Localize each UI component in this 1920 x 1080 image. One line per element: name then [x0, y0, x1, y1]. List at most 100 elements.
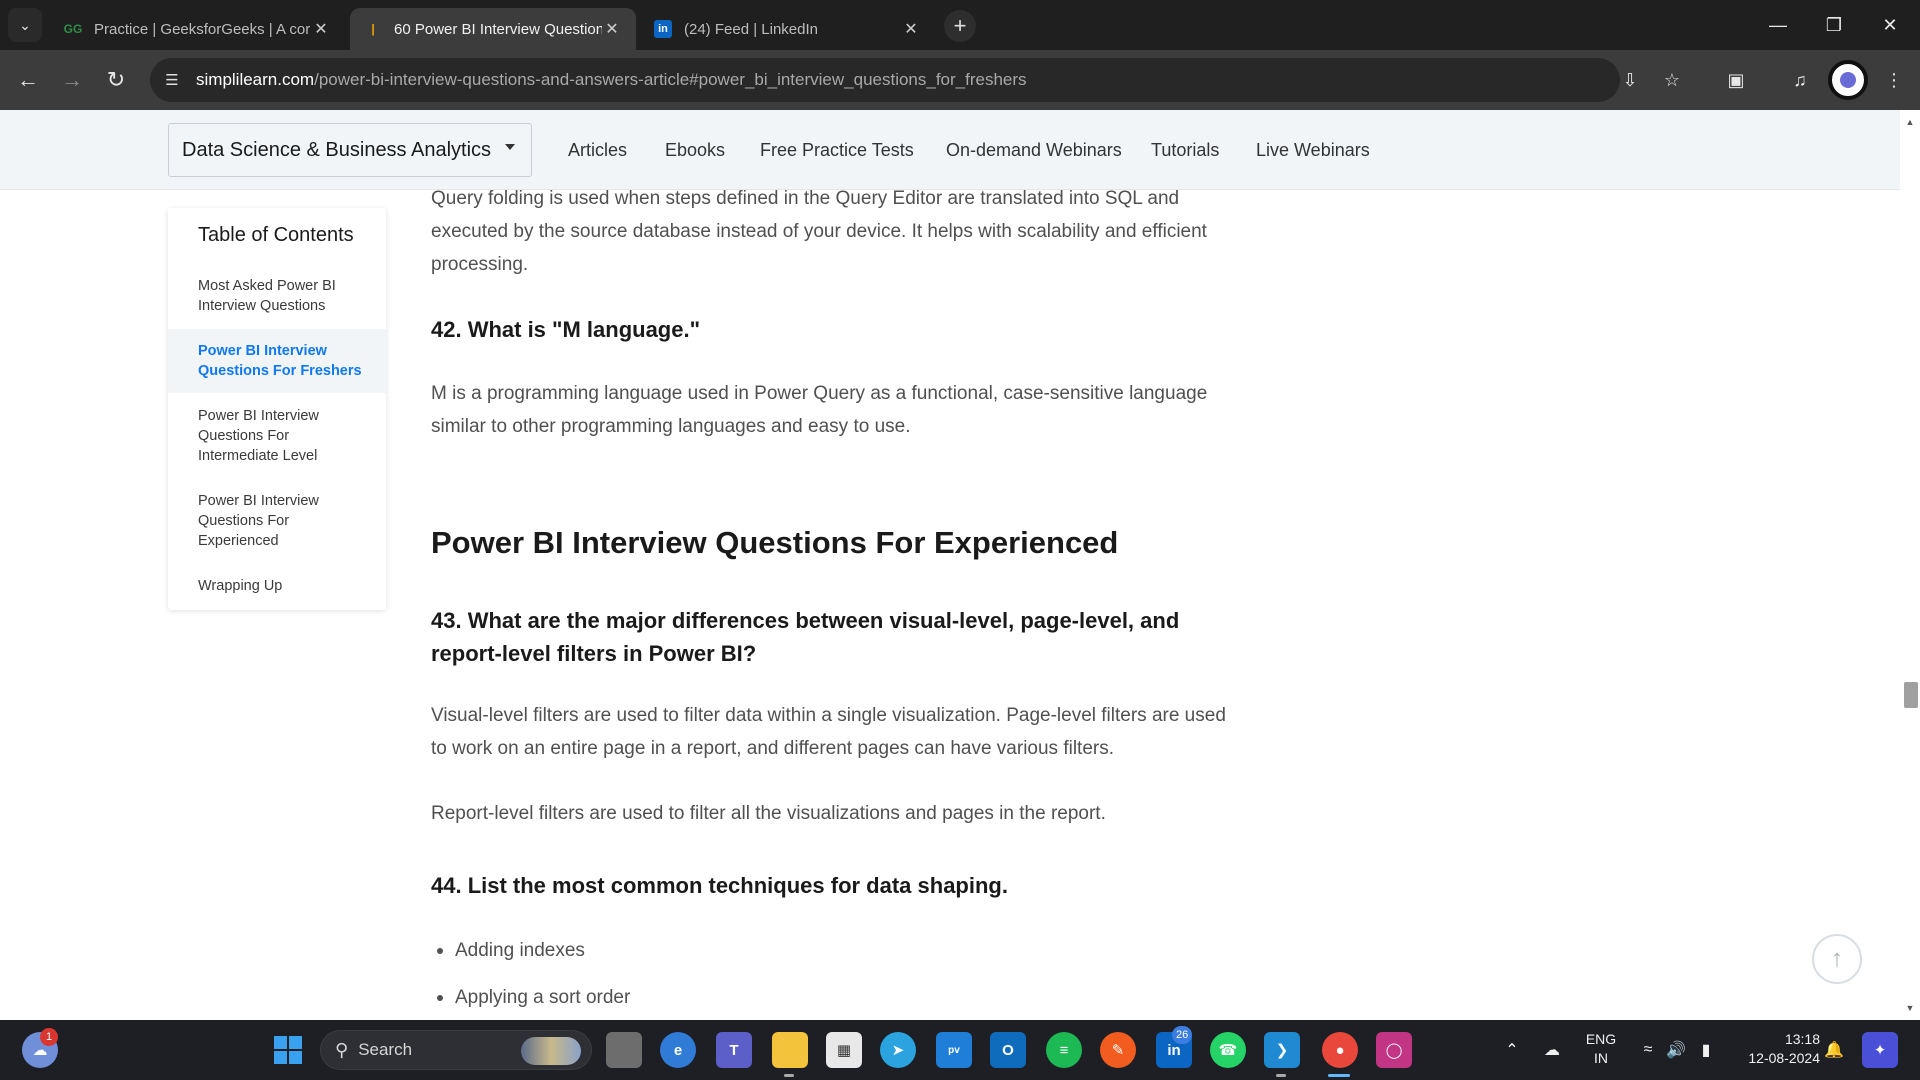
puzzle-icon: ▣ — [1727, 69, 1745, 90]
close-icon[interactable]: ✕ — [901, 19, 921, 39]
tab-title: (24) Feed | LinkedIn — [684, 20, 818, 38]
restore-button[interactable]: ❐ — [1806, 0, 1862, 50]
plus-icon: + — [953, 13, 967, 38]
running-indicator — [1276, 1074, 1286, 1077]
playlist-icon: ♫ — [1793, 69, 1807, 90]
back-button[interactable]: ← — [10, 62, 46, 98]
clock[interactable]: 13:18 12-08-2024 — [1730, 1030, 1820, 1068]
tab-title: 60 Power BI Interview Question — [394, 20, 602, 38]
list-item: Adding indexes — [431, 940, 585, 962]
nav-link-free-practice-tests[interactable]: Free Practice Tests — [760, 140, 914, 161]
wifi-icon[interactable]: ≈ — [1636, 1038, 1660, 1062]
prime-video-icon[interactable]: pv — [936, 1032, 972, 1068]
search-highlight-image — [521, 1037, 581, 1065]
teams-icon[interactable]: T — [716, 1032, 752, 1068]
microsoft-store-icon[interactable]: ▦ — [826, 1032, 862, 1068]
scroll-to-top-button[interactable]: ↑ — [1812, 934, 1862, 984]
clock-time: 13:18 — [1784, 1031, 1820, 1047]
question-43-heading: 43. What are the major differences betwe… — [431, 608, 1180, 666]
restore-icon: ❐ — [1825, 14, 1843, 35]
arrow-right-icon: → — [61, 67, 83, 92]
notification-badge: 1 — [40, 1028, 58, 1046]
start-button[interactable] — [270, 1032, 306, 1068]
minimize-icon: — — [1769, 14, 1787, 35]
category-label: Data Science & Business Analytics — [182, 138, 492, 161]
scroll-down-arrow-icon[interactable]: ▼ — [1900, 1000, 1920, 1016]
instagram-icon[interactable]: ◯ — [1376, 1032, 1412, 1068]
tab-linkedin[interactable]: in (24) Feed | LinkedIn ✕ — [640, 8, 935, 50]
file-explorer-icon[interactable] — [772, 1032, 808, 1068]
category-dropdown[interactable]: Data Science & Business Analytics — [168, 123, 532, 177]
forward-button[interactable]: → — [54, 62, 90, 98]
spotify-icon[interactable]: ≡ — [1046, 1032, 1082, 1068]
scrollbar-thumb[interactable] — [1904, 682, 1918, 708]
toc-item-freshers[interactable]: Power BI Interview Questions For Fresher… — [168, 329, 386, 393]
tab-geeksforgeeks[interactable]: GG Practice | GeeksforGeeks | A cor ✕ — [50, 8, 345, 50]
outlook-icon[interactable]: O — [990, 1032, 1026, 1068]
menu-button[interactable]: ⋮ — [1878, 64, 1910, 96]
toc-item-intermediate[interactable]: Power BI Interview Questions For Interme… — [168, 406, 386, 466]
volume-icon[interactable]: 🔊 — [1664, 1038, 1688, 1062]
list-item-text: Applying a sort order — [455, 987, 631, 1008]
running-indicator — [784, 1074, 794, 1077]
language-primary: ENG — [1585, 1031, 1617, 1047]
list-item-text: Adding indexes — [455, 940, 585, 961]
nav-link-articles[interactable]: Articles — [568, 140, 627, 161]
nav-link-live-webinars[interactable]: Live Webinars — [1256, 140, 1370, 161]
search-icon: ⚲ — [335, 1039, 349, 1060]
nav-link-tutorials[interactable]: Tutorials — [1151, 140, 1219, 161]
taskbar-search[interactable]: ⚲ Search — [320, 1030, 592, 1070]
chrome-icon[interactable]: ● — [1322, 1032, 1358, 1068]
caret-down-icon — [505, 144, 515, 150]
language-indicator[interactable]: ENG IN — [1578, 1030, 1624, 1068]
chevron-up-icon[interactable]: ⌃ — [1500, 1038, 1524, 1062]
arrow-up-icon: ↑ — [1831, 945, 1843, 972]
close-window-button[interactable]: ✕ — [1862, 0, 1918, 50]
linkedin-icon: in — [654, 20, 672, 38]
cloud-offline-icon[interactable]: ☁ — [1540, 1038, 1564, 1062]
close-icon: ✕ — [1882, 14, 1898, 35]
toc-item-experienced[interactable]: Power BI Interview Questions For Experie… — [168, 491, 386, 551]
copilot-icon[interactable]: ✦ — [1862, 1032, 1898, 1068]
site-info-button[interactable]: ☰ — [154, 62, 190, 98]
url-text[interactable]: simplilearn.com/power-bi-interview-quest… — [196, 70, 1027, 90]
whatsapp-icon[interactable]: ☎ — [1210, 1032, 1246, 1068]
vscode-icon[interactable]: ❯ — [1264, 1032, 1300, 1068]
question-44-heading: 44. List the most common techniques for … — [431, 873, 1008, 898]
question-43-answer-1: Visual-level filters are used to filter … — [431, 705, 1226, 759]
close-icon[interactable]: ✕ — [602, 19, 622, 39]
scroll-up-arrow-icon[interactable]: ▲ — [1900, 114, 1920, 130]
extensions-button[interactable]: ▣ — [1720, 64, 1752, 96]
edge-icon[interactable]: e — [660, 1032, 696, 1068]
nav-link-ebooks[interactable]: Ebooks — [665, 140, 725, 161]
search-placeholder: Search — [358, 1040, 413, 1059]
nav-link-on-demand-webinars[interactable]: On-demand Webinars — [946, 140, 1122, 161]
install-app-button[interactable]: ⇩ — [1614, 64, 1646, 96]
browser-toolbar: ← → ↻ ☰ simplilearn.com/power-bi-intervi… — [0, 50, 1920, 110]
media-control-button[interactable]: ♫ — [1784, 64, 1816, 96]
toc-item-wrapping-up[interactable]: Wrapping Up — [168, 576, 386, 596]
new-tab-button[interactable]: + — [944, 10, 976, 42]
tab-search-button[interactable]: ⌄ — [8, 8, 42, 42]
reload-button[interactable]: ↻ — [98, 62, 134, 98]
more-vertical-icon: ⋮ — [1885, 69, 1903, 90]
running-indicator-active — [1328, 1074, 1350, 1077]
minimize-button[interactable]: — — [1750, 0, 1806, 50]
notification-bell-icon[interactable]: 🔔 — [1822, 1038, 1846, 1062]
toc-item-most-asked[interactable]: Most Asked Power BI Interview Questions — [168, 276, 386, 316]
battery-icon[interactable]: ▮ — [1694, 1038, 1718, 1062]
reload-icon: ↻ — [106, 67, 126, 92]
windows-logo-icon — [274, 1036, 302, 1064]
telegram-icon[interactable]: ➤ — [880, 1032, 916, 1068]
page-scrollbar[interactable]: ▲ ▼ — [1900, 110, 1920, 1020]
language-secondary: IN — [1594, 1050, 1608, 1066]
query-folding-paragraph: Query folding is used when steps defined… — [431, 188, 1207, 275]
pen-app-icon[interactable]: ✎ — [1100, 1032, 1136, 1068]
profile-avatar[interactable] — [1828, 60, 1868, 100]
close-icon[interactable]: ✕ — [311, 19, 331, 39]
address-bar[interactable]: ☰ simplilearn.com/power-bi-interview-que… — [150, 58, 1620, 102]
tab-simplilearn[interactable]: | 60 Power BI Interview Question ✕ — [350, 8, 636, 50]
bookmark-button[interactable]: ☆ — [1656, 64, 1688, 96]
arrow-left-icon: ← — [17, 67, 39, 92]
task-view-icon[interactable] — [606, 1032, 642, 1068]
